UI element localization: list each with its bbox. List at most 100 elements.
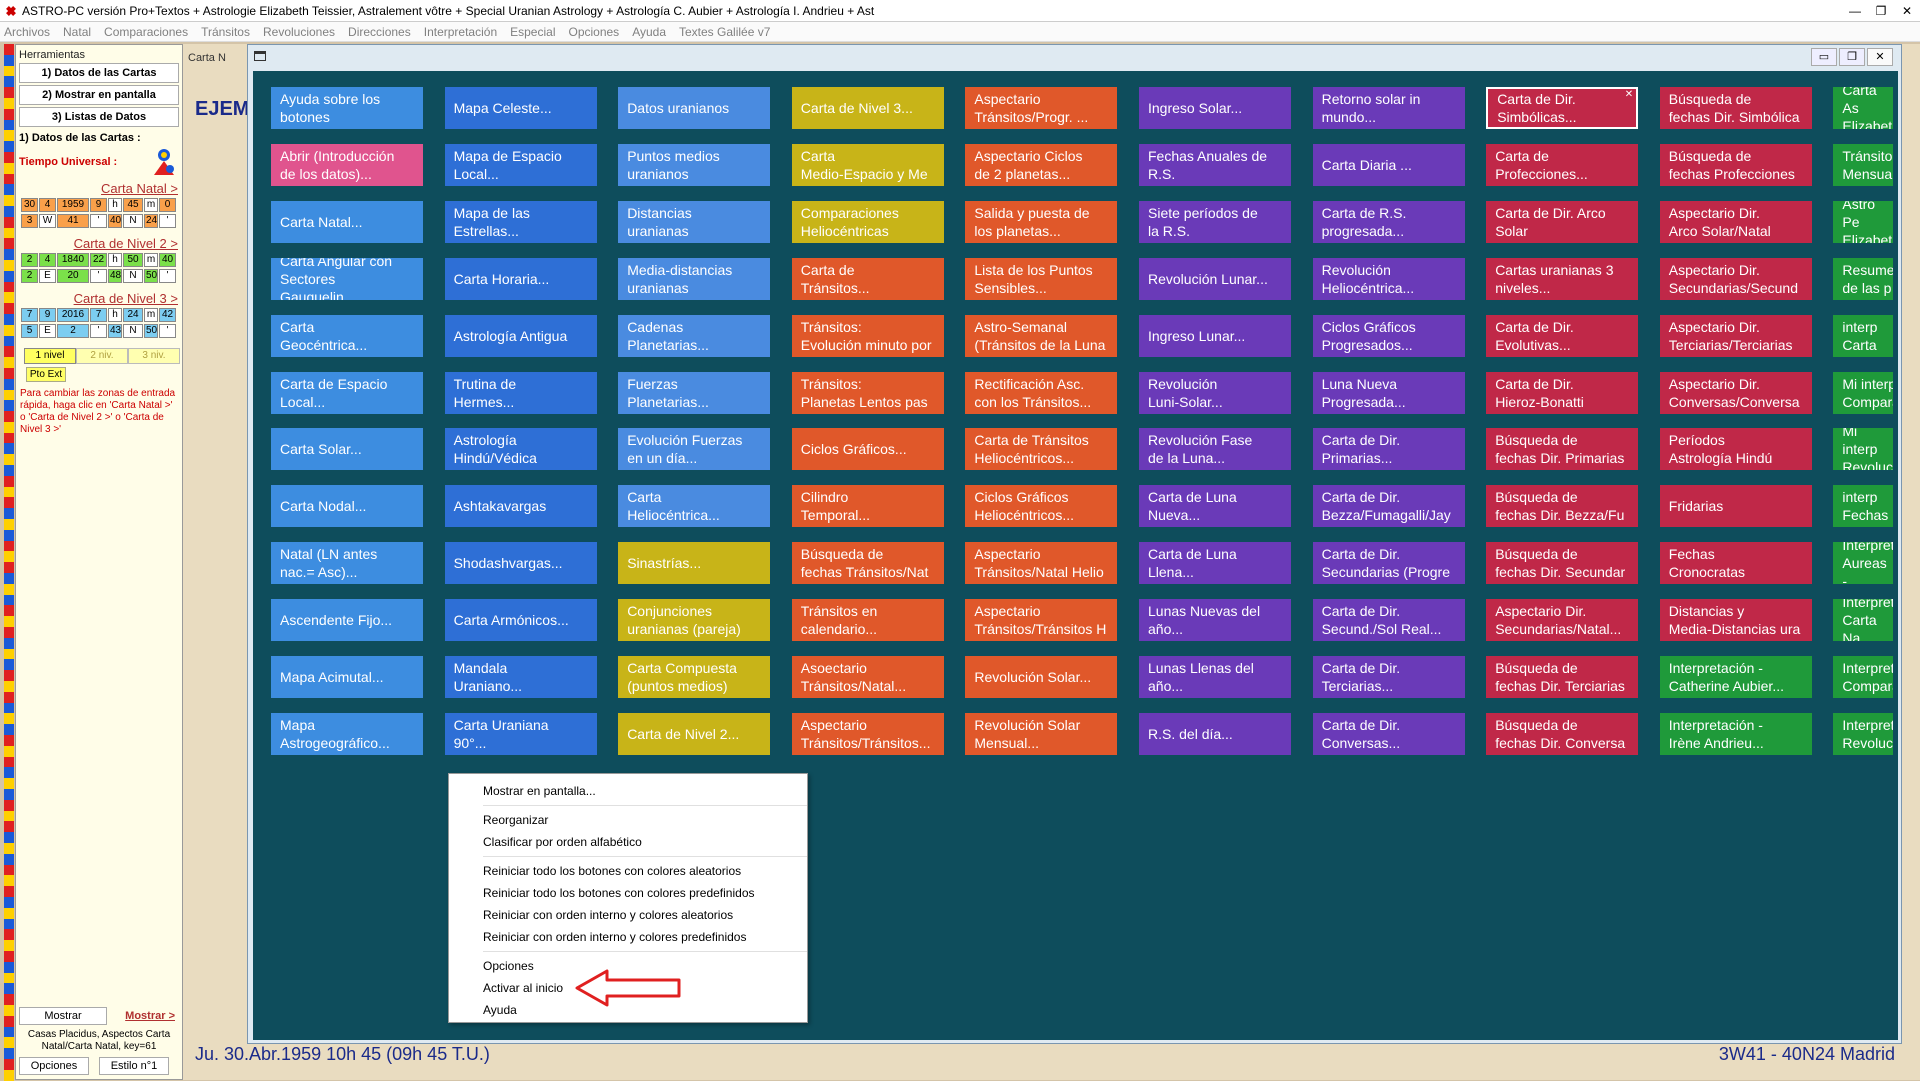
tool-tile[interactable]: Carta de Dir. Secundarias (Progre <box>1312 542 1465 585</box>
menu-tr-nsitos[interactable]: Tránsitos <box>201 25 250 39</box>
tool-tile[interactable]: Carta As Elizabet <box>1833 87 1894 129</box>
tool-tile[interactable]: Ciclos Gráficos... <box>791 428 944 471</box>
data-field[interactable]: ' <box>90 324 107 338</box>
context-menu-item[interactable]: Clasificar por orden alfabético <box>449 831 807 853</box>
data-field[interactable]: ' <box>159 214 176 228</box>
data-field[interactable]: N <box>123 324 143 338</box>
tool-tile[interactable]: Astrología Antigua <box>444 314 597 357</box>
data-field[interactable]: N <box>123 214 143 228</box>
tool-tile[interactable]: Carta de Dir. Conversas... <box>1312 712 1465 755</box>
tool-tile[interactable]: Aspectario Dir. Terciarias/Terciarias <box>1659 314 1812 357</box>
menu-natal[interactable]: Natal <box>63 25 91 39</box>
close-button[interactable]: ✕ <box>1894 0 1920 22</box>
data-field[interactable]: ' <box>159 269 176 283</box>
tool-tile[interactable]: Aspectario Tránsitos/Tránsitos H <box>965 599 1118 642</box>
tool-tile[interactable]: Lunas Llenas del año... <box>1139 656 1291 698</box>
data-field[interactable]: 2016 <box>57 308 89 322</box>
data-field[interactable]: N <box>123 269 143 283</box>
tool-tile[interactable]: Mi interp Revoluc <box>1833 428 1894 471</box>
menu-direcciones[interactable]: Direcciones <box>348 25 411 39</box>
tool-tile[interactable]: Lunas Nuevas del año... <box>1139 599 1291 642</box>
tool-tile[interactable]: Búsqueda de fechas Dir. Secundar <box>1486 542 1639 585</box>
tool-tile[interactable]: Ingreso Lunar... <box>1139 314 1291 357</box>
restore-button[interactable]: ❐ <box>1868 0 1894 22</box>
tool-tile[interactable]: Búsqueda de fechas Tránsitos/Nat <box>791 542 944 585</box>
tool-tile[interactable]: Interpretación - Irène Andrieu... <box>1659 712 1812 755</box>
tool-tile[interactable]: Cartas uranianas 3 niveles... <box>1486 257 1639 300</box>
tool-tile[interactable]: Trutina de Hermes... <box>444 371 597 414</box>
tool-tile[interactable]: Búsqueda de fechas Dir. Conversa <box>1486 712 1639 755</box>
tool-tile[interactable]: Aspectario Tránsitos/Natal Helio <box>965 542 1118 585</box>
listas-datos-button[interactable]: 3) Listas de Datos <box>19 107 179 127</box>
data-field[interactable]: m <box>144 198 158 212</box>
popup-close-button[interactable]: ✕ <box>1867 48 1893 66</box>
data-field[interactable]: 50 <box>144 269 158 283</box>
tool-tile[interactable]: Mi interp Fechas c <box>1833 485 1894 528</box>
tool-tile[interactable]: Aspectario Tránsitos/Progr. ... <box>965 87 1118 129</box>
tool-tile[interactable]: Aspectario Tránsitos/Tránsitos... <box>791 712 944 755</box>
menu-textes-galil-e-v7[interactable]: Textes Galilée v7 <box>679 25 770 39</box>
popup-minimize-button[interactable]: ▭ <box>1811 48 1837 66</box>
tool-tile[interactable]: Aspectario Dir. Arco Solar/Natal <box>1659 200 1812 243</box>
tool-tile[interactable]: Retorno solar in mundo... <box>1312 87 1465 129</box>
tool-tile[interactable]: Revolución Luni-Solar... <box>1139 371 1291 414</box>
tool-tile[interactable]: Aspectario Ciclos de 2 planetas... <box>965 143 1118 186</box>
tool-tile[interactable]: Tránsitos: Evolución minuto por <box>791 314 944 357</box>
tool-tile[interactable]: Carta de Luna Llena... <box>1139 542 1291 585</box>
menu-revoluciones[interactable]: Revoluciones <box>263 25 335 39</box>
tool-tile[interactable]: Tránsitos: Planetas Lentos pas <box>791 371 944 414</box>
data-field[interactable]: E <box>39 324 56 338</box>
tool-tile[interactable]: Carta de R.S. progresada... <box>1312 200 1465 243</box>
tool-tile[interactable]: Carta de Nivel 3... <box>791 87 944 129</box>
mostrar-button[interactable]: Mostrar <box>19 1007 107 1025</box>
tool-tile[interactable]: Carta Heliocéntrica... <box>618 485 771 528</box>
tool-tile[interactable]: Carta de Dir. Secund./Sol Real... <box>1312 599 1465 642</box>
tool-tile[interactable]: Comparaciones Heliocéntricas <box>791 200 944 243</box>
nivel2-link[interactable]: Carta de Nivel 2 > <box>16 236 182 251</box>
tool-tile[interactable]: Natal (LN antes nac.= Asc)... <box>271 542 423 585</box>
tool-tile[interactable]: Búsqueda de fechas Dir. Bezza/Fu <box>1486 485 1639 528</box>
data-field[interactable]: 7 <box>21 308 38 322</box>
data-field[interactable]: 20 <box>57 269 89 283</box>
data-field[interactable]: 5 <box>21 324 38 338</box>
tool-tile[interactable]: Carta de Profecciones... <box>1486 143 1639 186</box>
tool-tile[interactable]: Interpret Carta Na <box>1833 599 1894 642</box>
popup-restore-button[interactable]: ❐ <box>1839 48 1865 66</box>
tile-close-icon[interactable]: ✕ <box>1625 90 1633 100</box>
data-field[interactable]: m <box>144 253 158 267</box>
data-field[interactable]: 50 <box>123 253 143 267</box>
data-field[interactable]: 48 <box>108 269 122 283</box>
tool-tile[interactable]: Distancias y Media-Distancias ura <box>1659 599 1812 642</box>
data-field[interactable]: 24 <box>123 308 143 322</box>
data-field[interactable]: 22 <box>90 253 107 267</box>
tool-tile[interactable]: Aspectario Dir. Secundarias/Natal... <box>1486 599 1639 642</box>
tool-tile[interactable]: Conjunciones uranianas (pareja) <box>618 599 771 642</box>
data-field[interactable]: 1840 <box>57 253 89 267</box>
data-field[interactable]: 9 <box>90 198 107 212</box>
tool-tile[interactable]: Carta de Dir. Bezza/Fumagalli/Jay <box>1312 485 1465 528</box>
tool-tile[interactable]: Ayuda sobre los botones <box>271 87 423 129</box>
tool-tile[interactable]: Mapa Acimutal... <box>271 656 423 698</box>
tool-tile[interactable]: Revolución Lunar... <box>1139 257 1291 300</box>
tool-tile[interactable]: Lista de los Puntos Sensibles... <box>965 257 1118 300</box>
tool-tile[interactable]: Aspectario Dir. Conversas/Conversa <box>1659 371 1812 414</box>
tool-tile[interactable]: Cadenas Planetarias... <box>618 314 771 357</box>
tool-tile[interactable]: Asoectario Tránsitos/Natal... <box>791 656 944 698</box>
data-field[interactable]: 43 <box>108 324 122 338</box>
minimize-button[interactable]: — <box>1842 0 1868 22</box>
tool-tile[interactable]: Fuerzas Planetarias... <box>618 371 771 414</box>
tool-tile[interactable]: Carta de Dir. Simbólicas... ✕ <box>1486 87 1639 129</box>
tool-tile[interactable]: Aspectario Dir. Secundarias/Secund <box>1659 257 1812 300</box>
menu-comparaciones[interactable]: Comparaciones <box>104 25 188 39</box>
tool-tile[interactable]: Tránsito Mensual <box>1833 143 1894 186</box>
tool-tile[interactable]: Revolución Fase de la Luna... <box>1139 428 1291 471</box>
data-field[interactable]: 50 <box>144 324 158 338</box>
datos-cartas-button[interactable]: 1) Datos de las Cartas <box>19 63 179 83</box>
data-field[interactable]: h <box>108 198 122 212</box>
tool-tile[interactable]: Carta de Luna Nueva... <box>1139 485 1291 528</box>
tool-tile[interactable]: Búsqueda de fechas Profecciones <box>1659 143 1812 186</box>
tool-tile[interactable]: Carta Geocéntrica... <box>271 314 423 357</box>
tool-tile[interactable]: Interpret Compara <box>1833 656 1894 698</box>
tool-tile[interactable]: Abrir (Introducción de los datos)... <box>271 143 423 186</box>
tool-tile[interactable]: Carta de Dir. Primarias... <box>1312 428 1465 471</box>
